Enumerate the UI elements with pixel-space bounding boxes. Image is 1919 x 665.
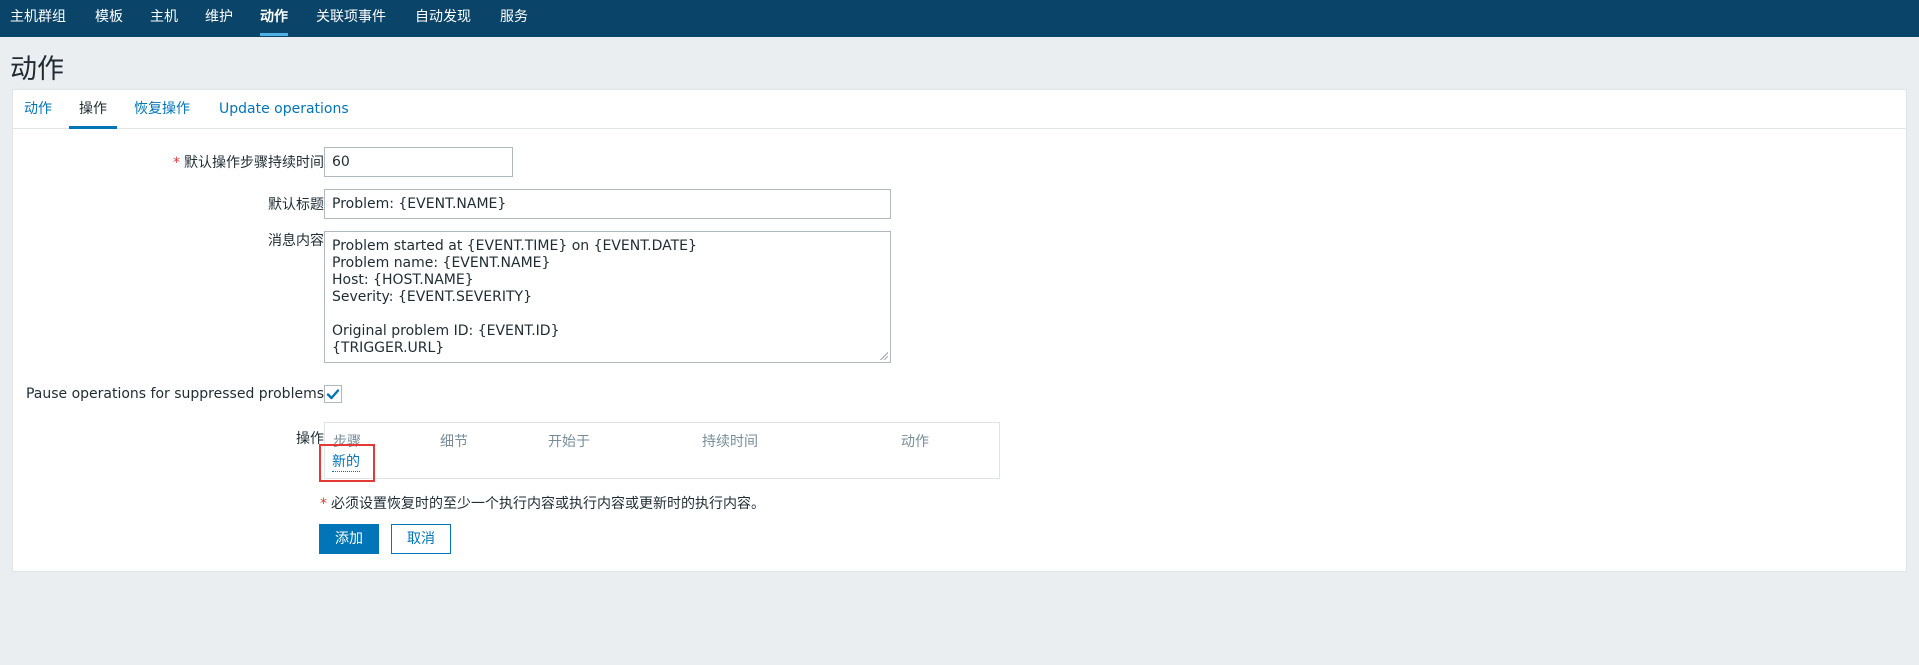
step-duration-input[interactable] bbox=[324, 147, 513, 177]
pause-suppressed-label: Pause operations for suppressed problems bbox=[25, 386, 324, 402]
add-button[interactable]: 添加 bbox=[319, 524, 379, 554]
tab-recovery-operations[interactable]: 恢复操作 bbox=[134, 90, 190, 128]
step-duration-label-text: 默认操作步骤持续时间 bbox=[184, 155, 324, 171]
default-subject-label: 默认标题 bbox=[268, 197, 324, 213]
nav-item-hosts[interactable]: 主机 bbox=[150, 0, 178, 37]
column-header-duration: 持续时间 bbox=[702, 434, 758, 450]
tab-bar: 动作 操作 恢复操作 Update operations bbox=[13, 90, 1906, 129]
column-header-action: 动作 bbox=[901, 434, 929, 450]
nav-item-services[interactable]: 服务 bbox=[500, 0, 528, 37]
default-subject-input[interactable] bbox=[324, 189, 891, 219]
step-duration-label: * 默认操作步骤持续时间 bbox=[173, 152, 324, 172]
default-message-label: 消息内容 bbox=[268, 233, 324, 249]
nav-item-maintenance[interactable]: 维护 bbox=[205, 0, 233, 37]
required-operations-hint-text: 必须设置恢复时的至少一个执行内容或执行内容或更新时的执行内容。 bbox=[331, 496, 765, 512]
tab-update-operations[interactable]: Update operations bbox=[219, 90, 349, 128]
nav-item-host-groups[interactable]: 主机群组 bbox=[10, 0, 66, 37]
nav-item-actions[interactable]: 动作 bbox=[260, 0, 288, 37]
required-mark: * bbox=[173, 155, 180, 171]
top-navigation-bar: 主机群组 模板 主机 维护 动作 关联项事件 自动发现 服务 bbox=[0, 0, 1919, 37]
tab-action[interactable]: 动作 bbox=[24, 90, 52, 128]
required-mark: * bbox=[320, 496, 327, 512]
cancel-button[interactable]: 取消 bbox=[391, 524, 451, 554]
column-header-details: 细节 bbox=[440, 434, 468, 450]
nav-item-event-correlation[interactable]: 关联项事件 bbox=[316, 0, 386, 37]
column-header-start-in: 开始于 bbox=[548, 434, 590, 450]
default-message-textarea[interactable]: Problem started at {EVENT.TIME} on {EVEN… bbox=[324, 231, 891, 363]
page-title: 动作 bbox=[10, 54, 64, 85]
required-operations-hint: * 必须设置恢复时的至少一个执行内容或执行内容或更新时的执行内容。 bbox=[320, 493, 765, 513]
highlight-box bbox=[319, 444, 375, 482]
operations-table: 步骤 细节 开始于 持续时间 动作 新的 bbox=[324, 422, 1000, 479]
nav-item-discovery[interactable]: 自动发现 bbox=[415, 0, 471, 37]
textarea-resize-handle[interactable] bbox=[879, 351, 888, 360]
tab-operations[interactable]: 操作 bbox=[69, 90, 117, 129]
action-form-panel: 动作 操作 恢复操作 Update operations * 默认操作步骤持续时间… bbox=[12, 89, 1907, 572]
checkmark-icon bbox=[326, 389, 340, 400]
pause-suppressed-checkbox[interactable] bbox=[324, 385, 342, 403]
nav-item-templates[interactable]: 模板 bbox=[95, 0, 123, 37]
